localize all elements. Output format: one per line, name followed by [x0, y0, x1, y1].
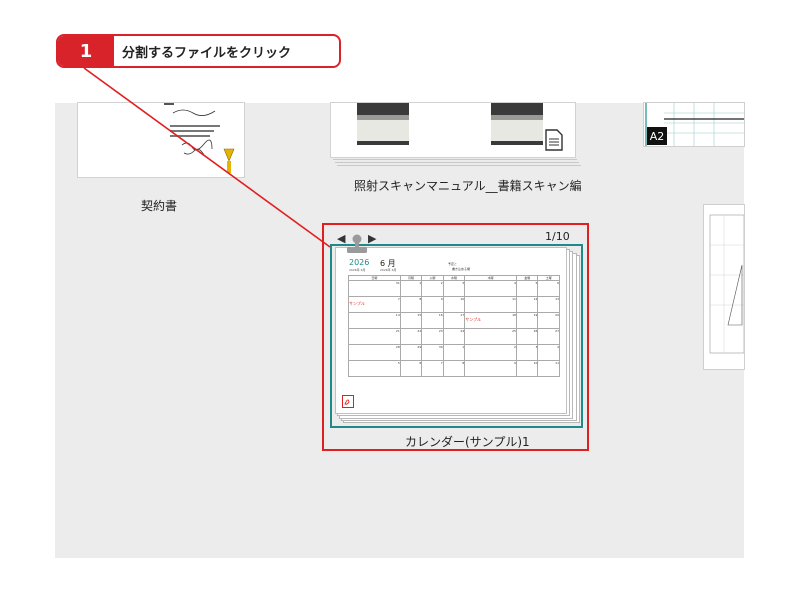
- day-cell: 6: [537, 280, 560, 297]
- day-cell: 22: [399, 328, 423, 345]
- day-cell: 10: [442, 296, 466, 313]
- day-cell: 30: [421, 344, 444, 361]
- stack-edge: [335, 162, 579, 163]
- stack-edge: [337, 165, 581, 166]
- day-cell: 7 サンプル: [348, 296, 401, 313]
- calendar-sub: 2026年 6月: [380, 268, 397, 272]
- day-cell: 10: [515, 360, 539, 377]
- day-cell: 2: [464, 344, 517, 361]
- day-cell: 15: [399, 312, 423, 329]
- day-cell: 25: [464, 328, 517, 345]
- calendar-year: 2026: [349, 258, 370, 267]
- stapler-icon[interactable]: [346, 233, 368, 255]
- file-thumb-contract[interactable]: [78, 103, 244, 177]
- week-row: 31 1 2 3 4 5 6: [348, 280, 560, 297]
- day-cell: 17: [442, 312, 466, 329]
- day-cell: 27: [537, 328, 560, 345]
- file-thumb-drawing[interactable]: [704, 205, 744, 369]
- day-cell: 29: [399, 344, 423, 361]
- day-cell: 5: [515, 280, 539, 297]
- day-cell: 8: [442, 360, 466, 377]
- day-cell: 9: [464, 360, 517, 377]
- calendar-grid: 日曜 月曜 火曜 水曜 木曜 金曜 土曜 31 1 2 3 4 5 6 7 サンプル 8 9 10 11…: [348, 275, 560, 377]
- day-cell: 13: [537, 296, 560, 313]
- day-cell: 23: [421, 328, 444, 345]
- week-row: 28 29 30 1 2 3 4: [348, 344, 560, 361]
- day-cell: 4: [537, 344, 560, 361]
- calendar-memo: 書き込める欄: [452, 267, 471, 271]
- day-cell: 3: [515, 344, 539, 361]
- day-cell: 31: [348, 280, 401, 297]
- paper-size-badge: A2: [647, 127, 667, 145]
- document-icon: [545, 129, 563, 151]
- file-label-contract: 契約書: [141, 199, 178, 213]
- scan-photo: [491, 103, 543, 145]
- day-cell: 21: [348, 328, 401, 345]
- sample-text: サンプル: [349, 301, 365, 306]
- day-cell: 14: [348, 312, 401, 329]
- day-cell: 1: [399, 280, 423, 297]
- drawing-preview: [709, 214, 744, 354]
- week-row: 14 15 16 17 18 サンプル 19 20: [348, 312, 560, 329]
- day-cell: 20: [537, 312, 560, 329]
- day-cell: 28: [348, 344, 401, 361]
- day-cell: 6: [399, 360, 423, 377]
- file-label-calendar: カレンダー(サンプル)1: [405, 435, 530, 449]
- day-cell: 2: [421, 280, 444, 297]
- calendar-memo: 予定と: [448, 262, 458, 266]
- contract-preview: [164, 103, 235, 173]
- day-cell: 8: [399, 296, 423, 313]
- file-label-manual: 照射スキャンマニュアル__書籍スキャン編: [354, 179, 582, 193]
- scan-photo: [357, 103, 409, 145]
- day-cell: 16: [421, 312, 444, 329]
- prev-page-button[interactable]: ◀: [337, 232, 345, 245]
- day-cell: 4: [464, 280, 517, 297]
- week-row: 7 サンプル 8 9 10 11 12 13: [348, 296, 560, 313]
- stack-edge: [333, 159, 577, 160]
- step-number: 1: [58, 36, 114, 66]
- week-row: 5 6 7 8 9 10 11: [348, 360, 560, 377]
- day-cell: 11: [464, 296, 517, 313]
- day-cell: 26: [515, 328, 539, 345]
- sample-text: サンプル: [465, 317, 482, 322]
- day-cell: 18 サンプル: [464, 312, 517, 329]
- step-instruction: 分割するファイルをクリック: [122, 45, 292, 61]
- day-cell: 12: [515, 296, 539, 313]
- day-cell: 1: [442, 344, 466, 361]
- pdf-icon: [342, 395, 354, 408]
- day-cell: 5: [348, 360, 401, 377]
- step-callout: 1 分割するファイルをクリック: [56, 34, 341, 68]
- file-thumb-manual[interactable]: [331, 103, 575, 157]
- next-page-button[interactable]: ▶: [368, 232, 376, 245]
- page-counter: 1/10: [545, 230, 570, 243]
- day-cell: 19: [515, 312, 539, 329]
- week-row: 21 22 23 24 25 26 27: [348, 328, 560, 345]
- day-cell: 7: [421, 360, 444, 377]
- calendar-sub: 2026年 6月: [349, 268, 366, 272]
- day-cell: 9: [421, 296, 444, 313]
- day-cell: 24: [442, 328, 466, 345]
- day-cell: 11: [537, 360, 560, 377]
- day-cell: 3: [442, 280, 466, 297]
